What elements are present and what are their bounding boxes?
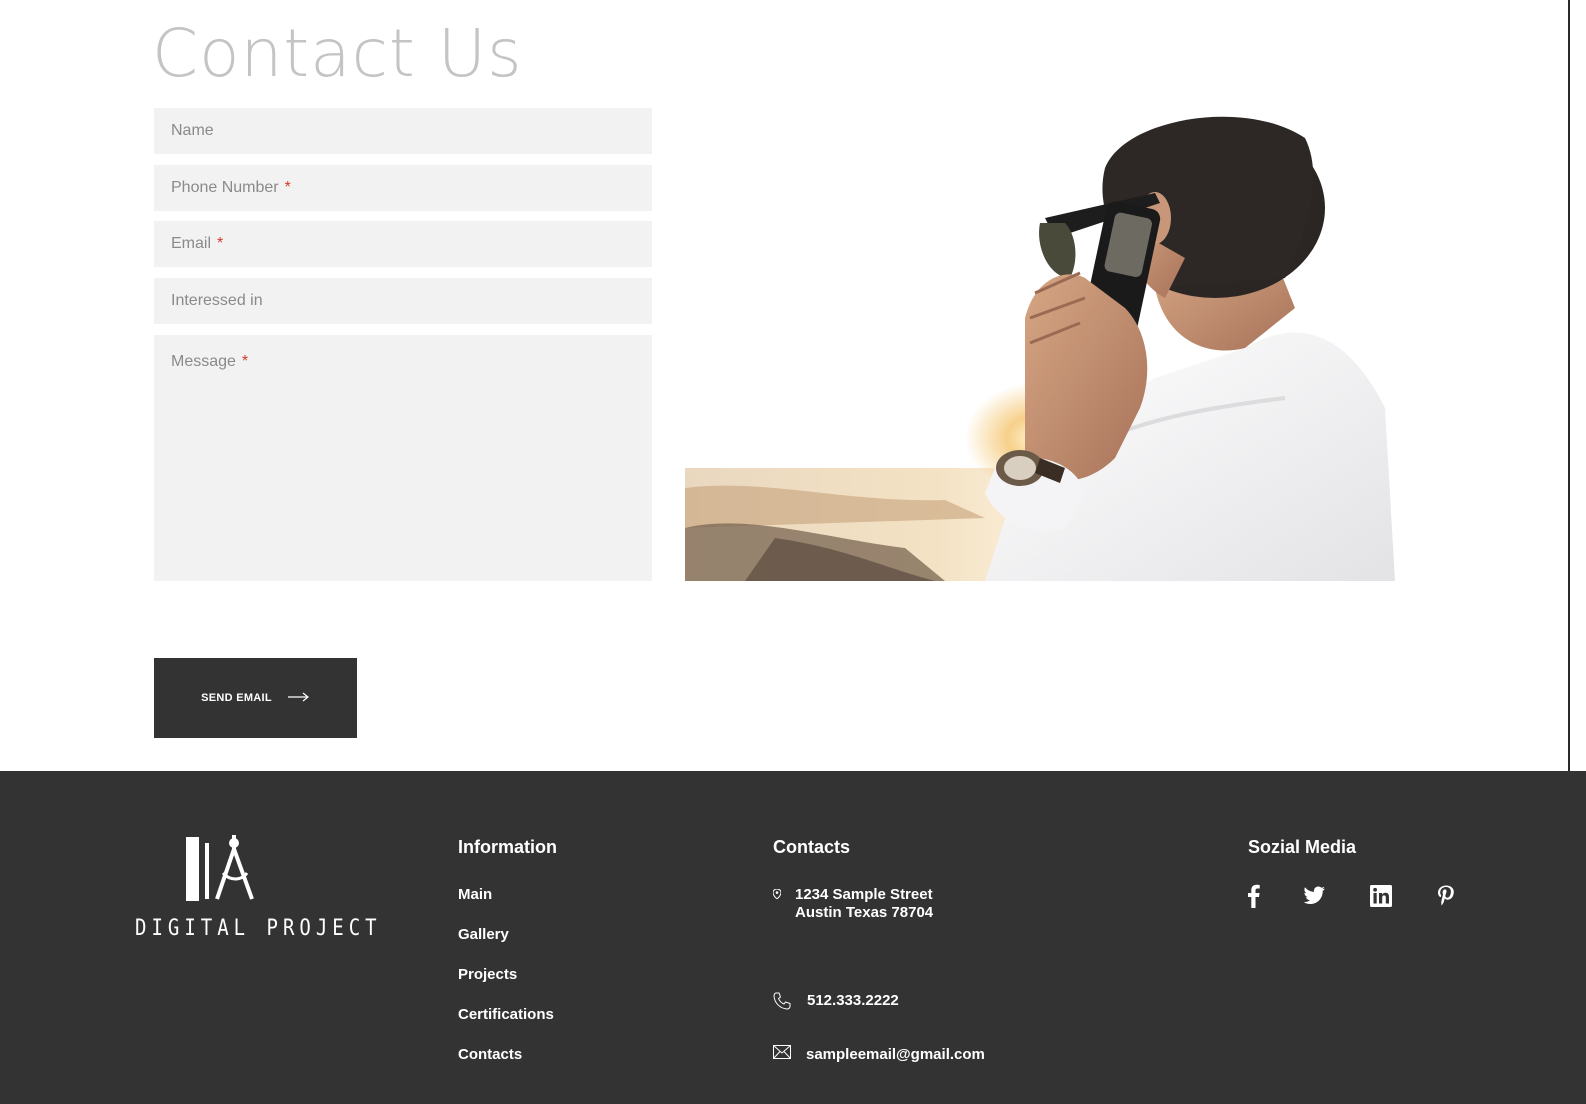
contacts-heading: Contacts (773, 837, 851, 857)
logo-text: DIGITAL PROJECT (135, 915, 382, 941)
name-field[interactable]: Name (154, 108, 652, 154)
phone-icon (773, 992, 791, 1010)
contact-photo (685, 108, 1395, 581)
phone-number[interactable]: 512.333.2222 (807, 992, 899, 1009)
page-title: Contact Us (152, 15, 523, 92)
footer-link-projects[interactable]: Projects (458, 966, 517, 983)
facebook-icon[interactable] (1242, 884, 1266, 908)
message-placeholder: Message (171, 353, 236, 370)
pinterest-icon[interactable] (1434, 884, 1458, 908)
address: 1234 Sample Street Austin Texas 78704 (795, 886, 933, 922)
contact-page: Contact Us Name Phone Number * Email * I… (0, 0, 1586, 1104)
footer-link-main[interactable]: Main (458, 886, 492, 903)
information-heading: Information (458, 837, 557, 857)
interested-in-field[interactable]: Interessed in (154, 278, 652, 324)
twitter-icon[interactable] (1302, 884, 1326, 908)
send-email-label: SEND EMAIL (201, 692, 272, 704)
email-placeholder: Email (171, 235, 212, 252)
address-line-1: 1234 Sample Street (795, 886, 933, 903)
site-footer: DIGITAL PROJECT Information Main Gallery… (0, 771, 1586, 1104)
phone-placeholder: Phone Number (171, 179, 279, 196)
required-mark: * (217, 235, 224, 252)
address-line-2: Austin Texas 78704 (795, 904, 934, 921)
phone-number-field[interactable]: Phone Number * (154, 165, 652, 211)
linkedin-icon[interactable] (1369, 884, 1393, 908)
logo-mark-icon (186, 835, 254, 901)
footer-link-certifications[interactable]: Certifications (458, 1006, 554, 1023)
message-textarea[interactable]: Message * (154, 335, 652, 581)
arrow-right-icon (287, 692, 310, 705)
email-link[interactable]: sampleemail@gmail.com (806, 1046, 985, 1063)
send-email-button[interactable]: SEND EMAIL (154, 658, 357, 738)
footer-link-gallery[interactable]: Gallery (458, 926, 509, 943)
location-pin-icon (773, 889, 781, 899)
name-placeholder: Name (171, 122, 214, 139)
required-mark: * (284, 179, 291, 196)
digital-project-logo[interactable]: DIGITAL PROJECT (135, 835, 382, 945)
mail-icon (773, 1045, 791, 1059)
interest-placeholder: Interessed in (171, 292, 263, 309)
required-mark: * (241, 353, 249, 370)
social-media-heading: Sozial Media (1248, 837, 1357, 857)
footer-link-contacts[interactable]: Contacts (458, 1046, 522, 1063)
email-field[interactable]: Email * (154, 221, 652, 267)
